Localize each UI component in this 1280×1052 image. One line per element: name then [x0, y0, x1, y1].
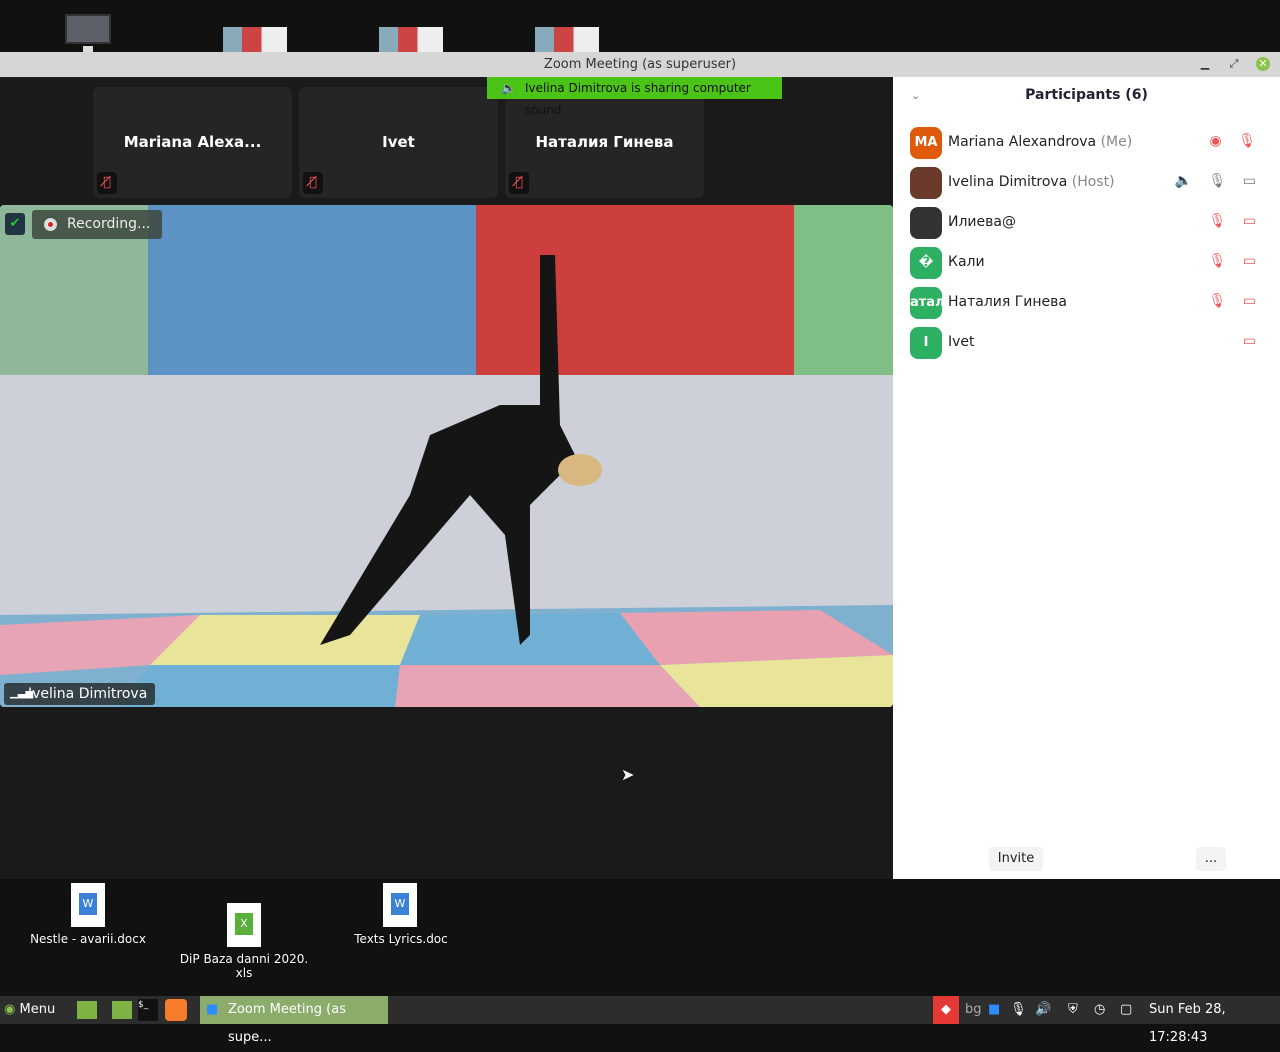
participant-row[interactable]: Ivelina Dimitrova (Host) 🔈 🎙 ▭	[910, 167, 1270, 199]
signal-icon: ▁▃▅	[10, 688, 34, 699]
notifications-icon[interactable]: ▢	[1120, 996, 1132, 1024]
menu-button[interactable]: ◉ Menu	[4, 996, 74, 1024]
avatar	[910, 167, 942, 199]
status-icons: ◉ 🎙	[1209, 133, 1262, 149]
participants-title: Participants (6)	[1025, 87, 1148, 103]
main-video[interactable]: ✔ Recording... ▁▃▅ Ivelina Dimitrova	[0, 205, 893, 707]
mint-logo-icon: ◉	[4, 1002, 16, 1017]
files-icon[interactable]	[112, 1001, 132, 1019]
shield-update-icon[interactable]: ⛨	[1068, 996, 1078, 1024]
status-icons: 🎙 ▭	[1208, 253, 1262, 269]
speaker-name-label: ▁▃▅ Ivelina Dimitrova	[4, 683, 156, 705]
avatar	[910, 207, 942, 239]
minimize-button[interactable]: ▁	[1198, 57, 1212, 71]
status-icons: ▭	[1242, 333, 1262, 349]
mic-muted-icon: 🎙̸	[303, 172, 323, 194]
desktop-file-label[interactable]: DiP Baza danni 2020. xls	[174, 952, 314, 980]
more-button[interactable]: ...	[1196, 847, 1226, 871]
avatar: I	[910, 327, 942, 359]
microphone-icon[interactable]: 🎙	[1010, 996, 1027, 1024]
sharing-sound-banner: 🔈 Ivelina Dimitrova is sharing computer s…	[487, 77, 782, 117]
mic-muted-icon: 🎙̸	[509, 172, 529, 194]
keyboard-layout[interactable]: bg	[965, 996, 982, 1024]
speaker-icon: 🔈	[501, 81, 516, 95]
taskbar: ◉ Menu $_ ■ Zoom Meeting (as supe... ◆ bg…	[0, 996, 1280, 1045]
record-icon	[44, 218, 57, 231]
video-frame	[0, 205, 893, 707]
show-desktop-icon[interactable]	[77, 1001, 97, 1019]
status-icons: 🔈 🎙 ▭	[1174, 173, 1262, 189]
participant-row[interactable]: атал Наталия Гинева 🎙 ▭	[910, 287, 1270, 319]
avatar: MA	[910, 127, 942, 159]
clock-icon[interactable]: ◷	[1094, 996, 1105, 1024]
participant-tile[interactable]: Ivet 🎙̸	[299, 87, 498, 198]
participant-row[interactable]: Илиева@ 🎙 ▭	[910, 207, 1270, 239]
window-titlebar: Zoom Meeting (as superuser) ▁ ⤢ ✕	[0, 52, 1280, 77]
window-title: Zoom Meeting (as superuser)	[543, 57, 737, 72]
window-thumbnail[interactable]	[535, 27, 599, 52]
mic-muted-icon: 🎙̸	[97, 172, 117, 194]
security-shield-icon[interactable]: ✔	[5, 213, 25, 235]
meeting-area: Mariana Alexa... 🎙̸ Ivet 🎙̸ Наталия Гинева…	[0, 77, 893, 879]
firefox-icon[interactable]	[165, 999, 187, 1021]
window-thumbnail[interactable]	[223, 27, 287, 52]
zoom-tray-icon[interactable]: ■	[988, 996, 1000, 1024]
window-thumbnail[interactable]	[379, 27, 443, 52]
participant-row[interactable]: � Кали 🎙 ▭	[910, 247, 1270, 279]
mouse-cursor-icon: ➤	[621, 765, 635, 784]
status-icons: 🎙 ▭	[1208, 213, 1262, 229]
avatar: �	[910, 247, 942, 279]
close-button[interactable]: ✕	[1256, 57, 1270, 71]
status-icons: 🎙 ▭	[1208, 293, 1262, 309]
desktop-file-label[interactable]: Nestle - avarii.docx	[20, 932, 156, 946]
desktop-monitor-icon	[65, 14, 111, 54]
taskbar-zoom-window[interactable]: ■ Zoom Meeting (as supe...	[200, 996, 388, 1045]
avatar: атал	[910, 287, 942, 319]
participant-row[interactable]: I Ivet ▭	[910, 327, 1270, 359]
excel-file-icon[interactable]: X	[227, 903, 261, 947]
participants-panel: ⌄ Participants (6) MA Mariana Alexandrova…	[893, 77, 1280, 879]
zoom-icon: ■	[206, 1002, 219, 1017]
desktop-file-label[interactable]: Texts Lyrics.doc	[340, 932, 462, 946]
clock[interactable]: Sun Feb 28, 17:28:43	[1149, 996, 1280, 1045]
invite-button[interactable]: Invite	[989, 847, 1043, 871]
anydesk-icon[interactable]: ◆	[933, 996, 959, 1024]
maximize-button[interactable]: ⤢	[1227, 57, 1241, 71]
volume-icon[interactable]: 🔊	[1035, 996, 1051, 1024]
word-file-icon[interactable]: W	[71, 883, 105, 927]
participant-tile[interactable]: Mariana Alexa... 🎙̸	[93, 87, 292, 198]
recording-indicator[interactable]: Recording...	[32, 210, 162, 239]
participant-row[interactable]: MA Mariana Alexandrova (Me) ◉ 🎙	[910, 127, 1270, 159]
word-file-icon[interactable]: W	[383, 883, 417, 927]
terminal-icon[interactable]: $_	[138, 999, 158, 1021]
